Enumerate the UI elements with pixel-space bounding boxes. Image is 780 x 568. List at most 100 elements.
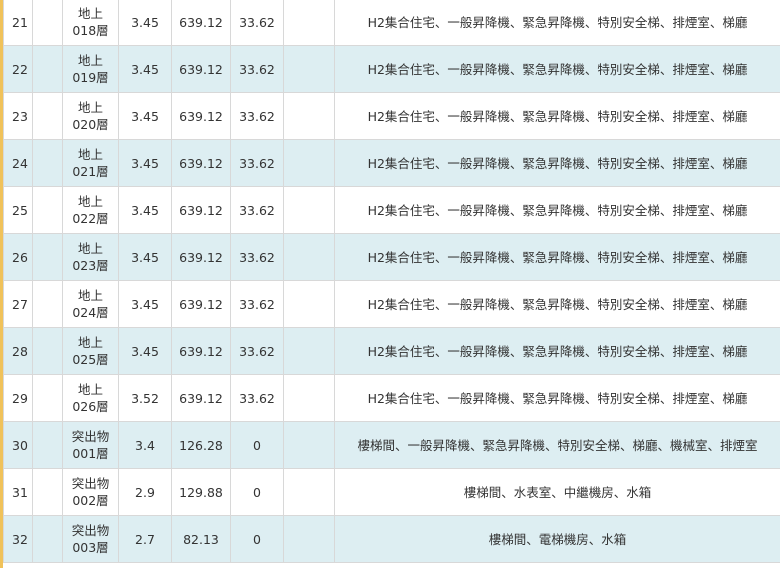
empty-cell [32,374,63,422]
floor-area: 639.12 [171,139,231,187]
floor-prefix: 地上 [77,241,103,256]
floor-area: 639.12 [171,374,231,422]
floor-label: 018層 [72,23,109,38]
secondary-area: 33.62 [230,280,284,328]
secondary-area: 33.62 [230,139,284,187]
table-row: 27 地上 024層 3.45 639.12 33.62 H2集合住宅、一般昇降機… [3,280,780,328]
row-number: 31 [3,468,33,516]
floor-use: H2集合住宅、一般昇降機、緊急昇降機、特別安全梯、排煙室、梯廳 [334,233,780,281]
empty-cell [283,0,335,46]
floor-label: 024層 [72,305,109,320]
floor-use: H2集合住宅、一般昇降機、緊急昇降機、特別安全梯、排煙室、梯廳 [334,45,780,93]
floor-use: H2集合住宅、一般昇降機、緊急昇降機、特別安全梯、排煙室、梯廳 [334,374,780,422]
secondary-area: 33.62 [230,186,284,234]
table-row: 28 地上 025層 3.45 639.12 33.62 H2集合住宅、一般昇降機… [3,327,780,375]
floor-prefix: 地上 [77,6,103,21]
empty-cell [283,92,335,140]
row-number: 28 [3,327,33,375]
floor-label: 001層 [72,446,109,461]
empty-cell [32,139,63,187]
floor-use: H2集合住宅、一般昇降機、緊急昇降機、特別安全梯、排煙室、梯廳 [334,0,780,46]
floor-cell: 地上 023層 [62,233,119,281]
floor-height: 2.7 [118,515,172,563]
empty-cell [32,233,63,281]
floor-height: 3.45 [118,45,172,93]
floor-use: H2集合住宅、一般昇降機、緊急昇降機、特別安全梯、排煙室、梯廳 [334,186,780,234]
empty-cell [283,327,335,375]
floor-cell: 地上 022層 [62,186,119,234]
floor-prefix: 地上 [77,288,103,303]
empty-cell [32,421,63,469]
table-row: 26 地上 023層 3.45 639.12 33.62 H2集合住宅、一般昇降機… [3,233,780,281]
floor-table-panel: 21 地上 018層 3.45 639.12 33.62 H2集合住宅、一般昇降機… [0,0,780,568]
empty-cell [283,139,335,187]
floor-area: 639.12 [171,45,231,93]
floor-height: 3.52 [118,374,172,422]
floor-label: 020層 [72,117,109,132]
floor-use: H2集合住宅、一般昇降機、緊急昇降機、特別安全梯、排煙室、梯廳 [334,327,780,375]
table-row: 25 地上 022層 3.45 639.12 33.62 H2集合住宅、一般昇降機… [3,186,780,234]
floor-cell: 地上 021層 [62,139,119,187]
floor-prefix: 地上 [77,335,103,350]
row-number: 30 [3,421,33,469]
secondary-area: 0 [230,421,284,469]
floor-cell: 地上 024層 [62,280,119,328]
row-number: 25 [3,186,33,234]
table-row: 32 突出物 003層 2.7 82.13 0 樓梯間、電梯機房、水箱 [3,515,780,563]
empty-cell [32,280,63,328]
floor-use: H2集合住宅、一般昇降機、緊急昇降機、特別安全梯、排煙室、梯廳 [334,139,780,187]
secondary-area: 0 [230,468,284,516]
floor-height: 3.45 [118,233,172,281]
floor-area: 126.28 [171,421,231,469]
floor-area: 639.12 [171,327,231,375]
table-row: 31 突出物 002層 2.9 129.88 0 樓梯間、水表室、中繼機房、水箱 [3,468,780,516]
floor-area: 639.12 [171,186,231,234]
floor-area: 639.12 [171,233,231,281]
table-row: 24 地上 021層 3.45 639.12 33.62 H2集合住宅、一般昇降機… [3,139,780,187]
floor-height: 3.4 [118,421,172,469]
floor-prefix: 地上 [77,100,103,115]
floor-label: 021層 [72,164,109,179]
row-number: 23 [3,92,33,140]
empty-cell [32,515,63,563]
secondary-area: 33.62 [230,233,284,281]
floor-label: 019層 [72,70,109,85]
empty-cell [283,45,335,93]
floor-cell: 突出物 002層 [62,468,119,516]
table-row: 29 地上 026層 3.52 639.12 33.62 H2集合住宅、一般昇降機… [3,374,780,422]
floor-prefix: 地上 [77,53,103,68]
empty-cell [283,374,335,422]
table-body: 21 地上 018層 3.45 639.12 33.62 H2集合住宅、一般昇降機… [3,0,780,563]
table-row: 30 突出物 001層 3.4 126.28 0 樓梯間、一般昇降機、緊急昇降機、… [3,421,780,469]
floor-area: 129.88 [171,468,231,516]
row-number: 22 [3,45,33,93]
floor-prefix: 突出物 [71,476,110,491]
empty-cell [32,327,63,375]
floor-prefix: 突出物 [71,523,110,538]
table-row: 23 地上 020層 3.45 639.12 33.62 H2集合住宅、一般昇降機… [3,92,780,140]
secondary-area: 0 [230,515,284,563]
floor-use: 樓梯間、水表室、中繼機房、水箱 [334,468,780,516]
row-number: 27 [3,280,33,328]
floor-cell: 地上 019層 [62,45,119,93]
floor-height: 3.45 [118,0,172,46]
secondary-area: 33.62 [230,327,284,375]
floor-table: 21 地上 018層 3.45 639.12 33.62 H2集合住宅、一般昇降機… [3,0,780,563]
secondary-area: 33.62 [230,45,284,93]
floor-label: 025層 [72,352,109,367]
floor-height: 3.45 [118,280,172,328]
floor-cell: 地上 020層 [62,92,119,140]
floor-height: 3.45 [118,139,172,187]
floor-height: 3.45 [118,186,172,234]
row-number: 21 [3,0,33,46]
floor-cell: 突出物 003層 [62,515,119,563]
table-row: 22 地上 019層 3.45 639.12 33.62 H2集合住宅、一般昇降機… [3,45,780,93]
empty-cell [283,186,335,234]
floor-area: 639.12 [171,0,231,46]
empty-cell [283,468,335,516]
row-number: 24 [3,139,33,187]
floor-use: H2集合住宅、一般昇降機、緊急昇降機、特別安全梯、排煙室、梯廳 [334,92,780,140]
empty-cell [283,421,335,469]
floor-prefix: 地上 [77,382,103,397]
floor-height: 3.45 [118,327,172,375]
